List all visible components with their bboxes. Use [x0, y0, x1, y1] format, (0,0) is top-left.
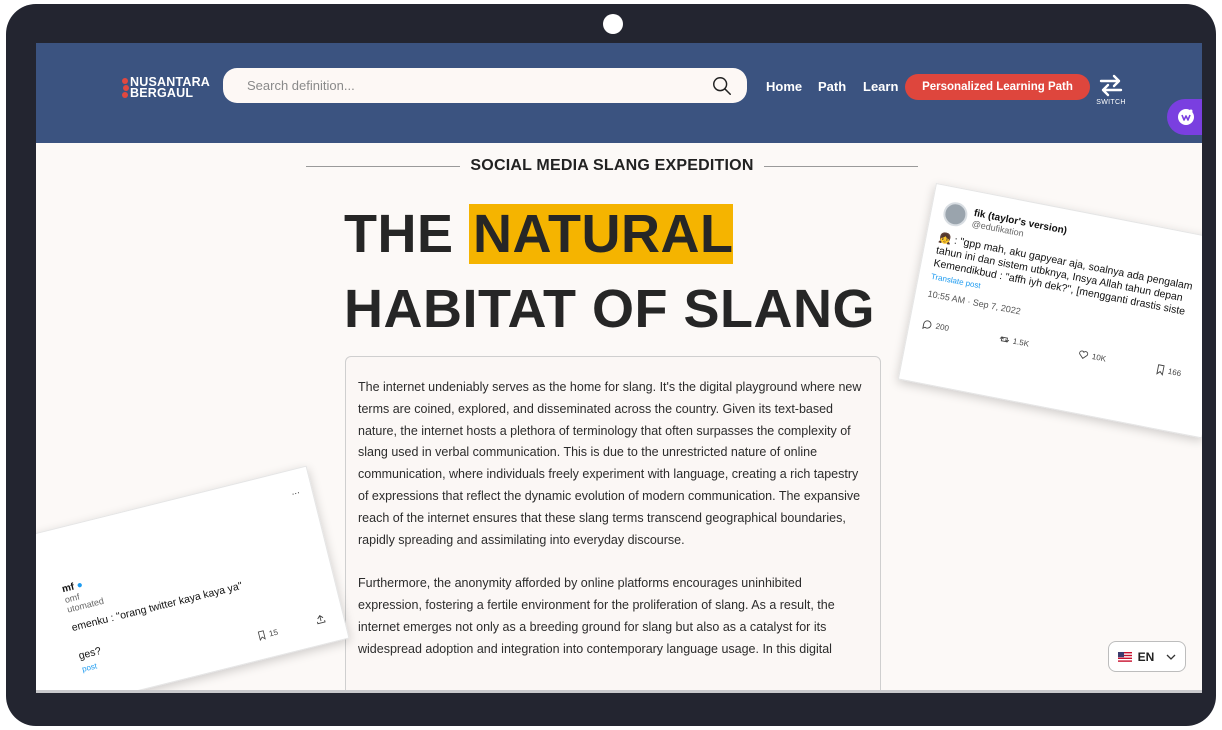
- tweet-card-left: ... mf ● omf utomated emenku : "orang tw…: [36, 465, 350, 692]
- retweet-icon: [999, 336, 1009, 343]
- assistant-icon: [1178, 109, 1194, 125]
- chevron-down-icon: [1166, 654, 1176, 660]
- tweet-actions: 200 1.5K 10K 166: [921, 318, 1202, 383]
- switch-button[interactable]: SWITCH: [1094, 73, 1128, 111]
- kicker-divider-right: [763, 165, 919, 167]
- like-count: 10K: [1091, 352, 1107, 364]
- screen: NUSANTARA BERGAUL Home Path Learn Person…: [36, 43, 1202, 692]
- logo[interactable]: NUSANTARA BERGAUL: [122, 75, 210, 101]
- verified-icon: ●: [75, 579, 85, 592]
- camera-dot: [603, 14, 623, 34]
- section-kicker: SOCIAL MEDIA SLANG EXPEDITION: [306, 156, 919, 176]
- share-icon: [317, 615, 326, 625]
- personalized-learning-path-button[interactable]: Personalized Learning Path: [905, 74, 1090, 100]
- bookmark-count: 166: [1167, 366, 1182, 379]
- article-box: The internet undeniably serves as the ho…: [345, 356, 881, 692]
- switch-label: SWITCH: [1096, 99, 1126, 106]
- kicker-text: SOCIAL MEDIA SLANG EXPEDITION: [470, 157, 754, 174]
- screen-bottom-edge: [36, 690, 1202, 693]
- bookmark-icon: [1155, 364, 1165, 376]
- title-highlight: NATURAL: [469, 204, 734, 264]
- search-bar: [223, 68, 747, 103]
- tweet-card-right: fik (taylor's version) @edufikation 👧 : …: [897, 183, 1202, 439]
- logo-mark-icon: [122, 75, 129, 101]
- page-title-line-2: HABITAT OF SLANG: [344, 279, 875, 339]
- bookmark-count: 15: [267, 627, 279, 639]
- language-selector[interactable]: EN: [1108, 641, 1186, 672]
- title-plain: THE: [344, 204, 470, 264]
- page-title-line-1: THE NATURAL: [344, 199, 734, 269]
- language-code: EN: [1137, 649, 1155, 664]
- kicker-divider-left: [306, 165, 461, 167]
- search-input[interactable]: [247, 78, 711, 93]
- laptop-frame: NUSANTARA BERGAUL Home Path Learn Person…: [6, 4, 1216, 726]
- nav-path-link[interactable]: Path: [818, 79, 846, 94]
- logo-line-2: BERGAUL: [130, 86, 194, 100]
- nav-home-link[interactable]: Home: [766, 79, 802, 94]
- article-paragraph-1: The internet undeniably serves as the ho…: [358, 380, 862, 547]
- avatar: [941, 200, 970, 229]
- reply-icon: [922, 320, 932, 330]
- navbar: NUSANTARA BERGAUL Home Path Learn Person…: [36, 43, 1202, 143]
- retweet-count: 1.5K: [1011, 336, 1030, 349]
- reply-count: 200: [934, 321, 950, 334]
- us-flag-icon: [1117, 651, 1132, 662]
- nav-learn-link[interactable]: Learn: [863, 79, 898, 94]
- switch-arrows-icon: [1099, 74, 1123, 97]
- article-paragraph-2: Furthermore, the anonymity afforded by o…: [358, 576, 835, 656]
- search-icon[interactable]: [711, 75, 733, 97]
- like-icon: [1079, 350, 1089, 360]
- bookmark-icon: [257, 630, 266, 642]
- floating-assistant-button[interactable]: [1167, 99, 1202, 135]
